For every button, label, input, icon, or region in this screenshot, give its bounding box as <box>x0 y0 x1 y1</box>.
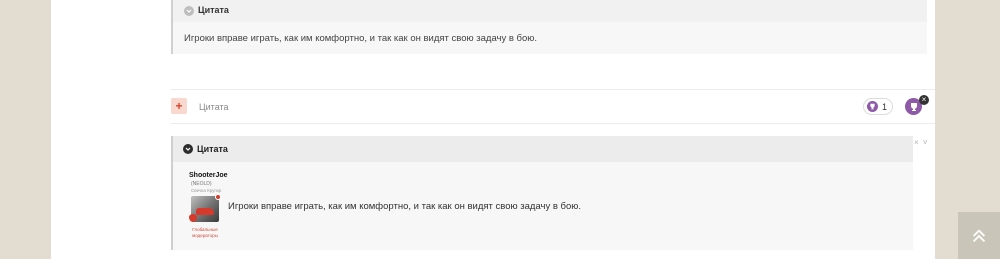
quote-text: Игроки вправе играть, как им комфортно, … <box>184 33 538 44</box>
scroll-to-top-button[interactable] <box>958 212 1000 259</box>
quote-reply-link[interactable]: Цитата <box>199 102 229 112</box>
user-subtitle: Свечка Крупкр <box>191 188 222 193</box>
quote-side-controls[interactable]: × ˅ <box>914 138 929 147</box>
quote-text: Игроки вправе играть, как им комфортно, … <box>228 201 582 212</box>
trophy-icon <box>867 101 878 112</box>
chevron-down-icon[interactable] <box>183 144 193 154</box>
trophy-icon <box>910 102 917 111</box>
quote-label: Цитата <box>198 5 229 15</box>
double-chevron-up-icon <box>972 228 986 242</box>
user-card[interactable]: ShooterJoe (NEOLD) Свечка Крупкр Глобаль… <box>187 170 228 242</box>
quote-block-expanded: Цитата ShooterJoe (NEOLD) Свечка Крупкр … <box>171 136 913 250</box>
chevron-down-icon[interactable] <box>184 6 194 16</box>
reaction-count: 1 <box>882 102 888 112</box>
reaction-counter[interactable]: 1 <box>863 98 893 115</box>
user-rank: (NEOLD) <box>191 181 212 187</box>
quote-header[interactable]: Цитата <box>173 0 927 22</box>
quote-label: Цитата <box>197 144 228 154</box>
close-icon[interactable]: × <box>919 95 929 105</box>
reply-bar: + Цитата 1 × <box>171 89 935 124</box>
quote-block: Цитата Игроки вправе играть, как им комф… <box>171 0 927 54</box>
quote-header[interactable]: Цитата <box>173 136 913 162</box>
user-role: Глобальные модераторы <box>192 227 218 238</box>
status-dot <box>215 194 221 200</box>
username[interactable]: ShooterJoe <box>189 172 228 179</box>
add-quote-button[interactable]: + <box>171 98 187 114</box>
